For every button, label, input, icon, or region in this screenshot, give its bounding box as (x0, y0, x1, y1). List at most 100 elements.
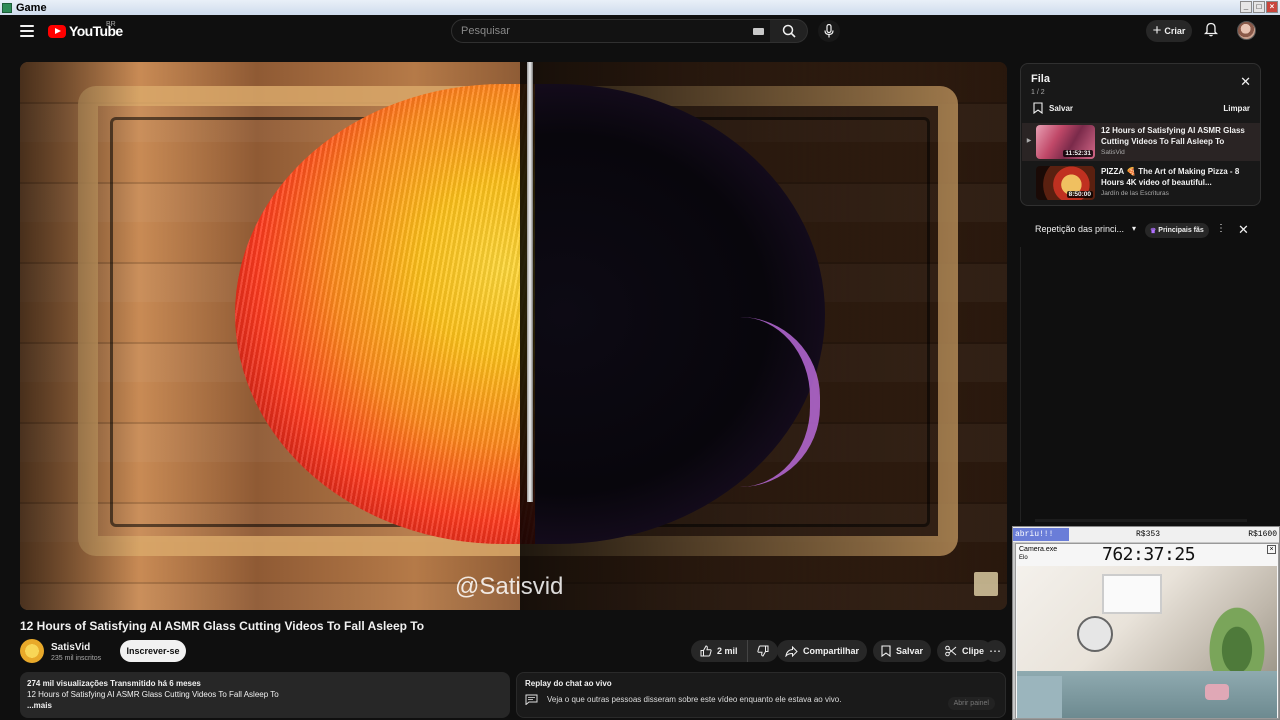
search-input[interactable] (452, 25, 732, 37)
now-playing-icon: ▶ (1026, 138, 1032, 144)
queue-thumbnail: 11:52:31 (1036, 125, 1095, 159)
room-fan (1077, 616, 1113, 652)
like-count: 2 mil (717, 646, 738, 656)
queue-position-marker (1022, 164, 1036, 178)
more-actions-icon[interactable]: ⋯ (984, 640, 1006, 662)
bookmark-icon (881, 645, 891, 657)
like-button[interactable]: 2 mil (691, 640, 748, 662)
show-more-link[interactable]: ...mais (27, 700, 503, 711)
left-shadow (20, 62, 140, 610)
channel-avatar[interactable] (20, 639, 44, 663)
create-button[interactable]: + Criar (1146, 20, 1192, 42)
close-camera-icon[interactable]: × (1267, 545, 1276, 554)
live-chat-header: Repetição das princi... ▾ ♛ Principais f… (1020, 214, 1261, 247)
duration-badge: 8:50:00 (1066, 191, 1093, 198)
save-button[interactable]: Salvar (873, 640, 932, 662)
top-fans-label: Principais fãs (1158, 227, 1204, 234)
queue-item[interactable]: ▶ 11:52:31 12 Hours of Satisfying AI ASM… (1022, 123, 1260, 161)
queue-panel: Fila 1 / 2 ✕ Salvar Limpar ▶ 11:52:31 12… (1020, 63, 1261, 206)
create-label: Criar (1164, 26, 1186, 36)
save-queue-label: Salvar (1049, 103, 1074, 113)
overlay-status-left: abriu!!! (1013, 528, 1070, 541)
room-chair (1017, 676, 1062, 718)
close-chat-icon[interactable]: ✕ (1238, 222, 1249, 238)
window-titlebar: Game _ □ × (0, 0, 1280, 15)
channel-name[interactable]: SatisVid (51, 642, 90, 653)
stream-timer: 762:37:25 (1102, 544, 1196, 565)
queue-item-title: PIZZA 🍕 The Art of Making Pizza - 8 Hour… (1101, 167, 1240, 187)
voice-search-button[interactable] (818, 20, 840, 42)
chat-bubble-icon (525, 694, 538, 705)
top-fans-button[interactable]: ♛ Principais fãs (1145, 223, 1209, 238)
like-dislike-group: 2 mil (691, 640, 778, 662)
search-icon (782, 24, 796, 38)
bookmark-icon (1033, 102, 1043, 114)
camera-window: Camera.exe 762:37:25 × Elo (1015, 543, 1279, 719)
maximize-button[interactable]: □ (1253, 1, 1265, 13)
stream-overlay: abriu!!! R$353 R$1600 Camera.exe 762:37:… (1012, 526, 1280, 720)
duration-badge: 11:52:31 (1063, 150, 1093, 157)
close-window-button[interactable]: × (1266, 1, 1278, 13)
youtube-logo[interactable]: YouTube BR (48, 21, 123, 39)
top-bar: YouTube BR + Criar (0, 15, 1280, 50)
overlay-status-mid: R$353 (1136, 530, 1161, 539)
microphone-icon (824, 24, 834, 38)
share-button[interactable]: Compartilhar (777, 640, 868, 662)
queue-thumbnail: 8:50:00 (1036, 166, 1095, 200)
view-count-and-date: 274 mil visualizações Transmitido há 6 m… (27, 679, 201, 688)
search-box (451, 19, 771, 43)
app-icon (2, 2, 12, 13)
hamburger-menu-icon[interactable] (20, 25, 34, 37)
close-queue-icon[interactable]: ✕ (1240, 75, 1251, 88)
chat-mode-dropdown[interactable]: Repetição das princi... (1035, 224, 1124, 234)
crown-icon: ♛ (1150, 227, 1157, 235)
minimize-button[interactable]: _ (1240, 1, 1252, 13)
thumbs-down-icon (756, 645, 769, 657)
subscribe-button[interactable]: Inscrever-se (120, 640, 186, 662)
youtube-play-icon (48, 24, 66, 38)
dislike-button[interactable] (748, 640, 778, 662)
queue-item[interactable]: 8:50:00 PIZZA 🍕 The Art of Making Pizza … (1022, 164, 1260, 202)
description-box[interactable]: 274 mil visualizações Transmitido há 6 m… (20, 672, 510, 718)
overlay-status-right: R$1600 (1248, 530, 1277, 539)
window-title: Game (16, 1, 47, 14)
webcam-feed (1017, 566, 1277, 718)
video-title: 12 Hours of Satisfying AI ASMR Glass Cut… (20, 619, 425, 633)
keyboard-icon[interactable] (753, 28, 764, 35)
camera-window-title: Camera.exe (1019, 546, 1058, 553)
save-label: Salvar (896, 646, 924, 656)
queue-count: 1 / 2 (1031, 89, 1045, 96)
share-label: Compartilhar (803, 646, 860, 656)
chat-scrollbar[interactable] (1035, 519, 1247, 522)
notifications-bell-icon[interactable] (1203, 22, 1219, 42)
clear-queue-button[interactable]: Limpar (1223, 104, 1250, 113)
account-avatar[interactable] (1237, 21, 1256, 40)
chat-replay-text: Veja o que outras pessoas disseram sobre… (547, 695, 842, 704)
open-panel-button[interactable]: Abrir painel (947, 697, 995, 710)
action-buttons: Compartilhar Salvar Clipe (777, 640, 993, 662)
video-watermark: @Satisvid (455, 573, 564, 600)
queue-item-title: 12 Hours of Satisfying AI ASMR Glass Cut… (1101, 126, 1245, 146)
live-chat-panel (1020, 247, 1261, 522)
thumbs-up-icon (700, 645, 712, 657)
country-code: BR (106, 21, 116, 28)
queue-title: Fila (1031, 73, 1050, 85)
overlay-status-bar: abriu!!! R$353 R$1600 (1013, 527, 1279, 542)
chevron-down-icon[interactable]: ▾ (1132, 224, 1136, 233)
camera-window-titlebar: Camera.exe 762:37:25 × (1016, 544, 1278, 565)
cutting-blade (527, 62, 533, 502)
queue-item-channel: Jardín de las Escrituras (1101, 190, 1169, 197)
save-queue-button[interactable]: Salvar (1033, 102, 1073, 114)
share-arrow-icon (785, 645, 798, 657)
chat-options-icon[interactable]: ⋮ (1216, 223, 1226, 234)
window-controls: _ □ × (1240, 1, 1278, 13)
channel-watermark-logo[interactable] (974, 572, 998, 596)
description-text: 12 Hours of Satisfying AI ASMR Glass Cut… (27, 690, 279, 699)
chat-replay-heading: Replay do chat ao vivo (525, 679, 612, 688)
queue-item-channel: SatisVid (1101, 149, 1125, 156)
video-player[interactable]: @Satisvid (20, 62, 1007, 610)
clip-label: Clipe (962, 646, 985, 656)
search-button[interactable] (770, 19, 808, 43)
subscriber-count: 235 mil inscritos (51, 655, 102, 662)
chat-replay-card: Replay do chat ao vivo Veja o que outras… (516, 672, 1006, 718)
